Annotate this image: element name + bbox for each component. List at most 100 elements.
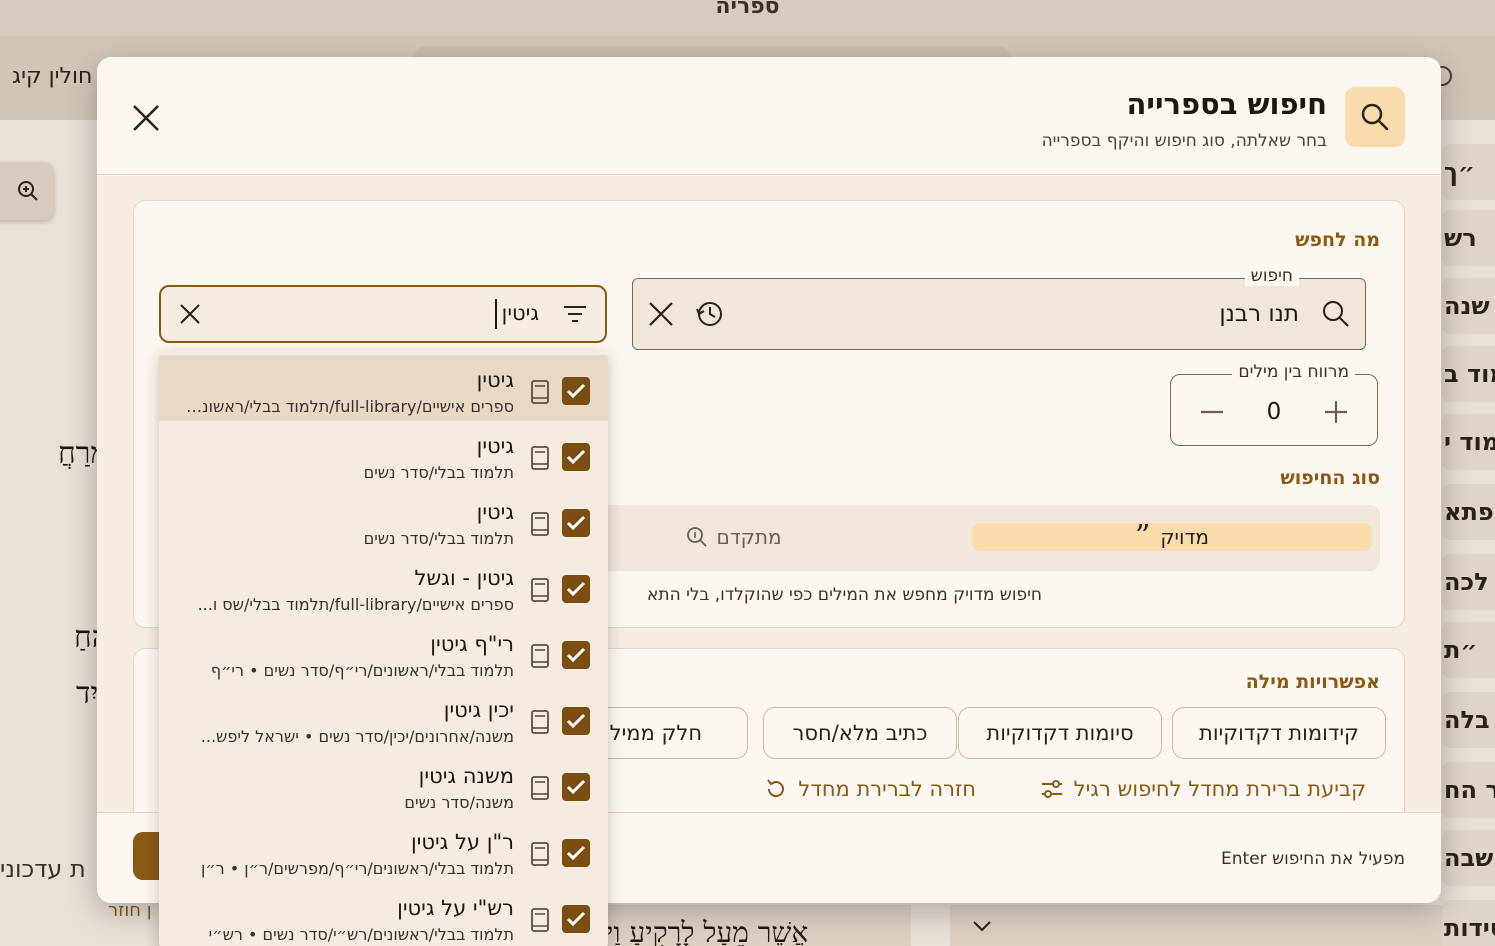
set-default-link[interactable]: קביעת ברירת מחדל לחיפוש רגיל	[1040, 777, 1366, 801]
reset-icon	[767, 779, 785, 798]
checkbox[interactable]	[562, 509, 590, 537]
zoom-in-button[interactable]	[0, 162, 54, 220]
book-path: תלמוד בבלי/ראשונים/רי״ף/מפרשים/ר״ן • ר״ן	[200, 859, 514, 878]
book-suggestion-item[interactable]: גיטין תלמוד בבלי/סדר נשים	[159, 421, 608, 487]
book-suggestion-item[interactable]: גיטין תלמוד בבלי/סדר נשים	[159, 487, 608, 553]
chip-prefixes[interactable]: קידומות דקדוקיות	[1172, 707, 1386, 759]
chevron-down-icon[interactable]	[972, 919, 992, 933]
checkbox[interactable]	[562, 443, 590, 471]
what-section-label: מה לחפש	[1295, 229, 1380, 251]
book-icon	[531, 776, 549, 800]
type-advanced-label: מתקדם	[716, 525, 782, 549]
search-type-label: סוג החיפוש	[1280, 467, 1380, 489]
book-suggestion-item[interactable]: רש"י על גיטין תלמוד בבלי/ראשונים/רש״י/סדר…	[159, 883, 608, 946]
sidebar-item[interactable]: שנה	[1442, 278, 1495, 334]
dialog-subtitle: בחר שאלתה, סוג חיפוש והיקף בספרייה	[1041, 131, 1327, 151]
dialog-icon-badge	[1345, 87, 1405, 147]
book-icon	[531, 710, 549, 734]
app-title: ספריה	[715, 0, 780, 19]
book-filter-value: גיטין	[501, 301, 539, 325]
minus-icon[interactable]	[1199, 399, 1225, 425]
type-exact-button[interactable]: ” מדויק	[972, 519, 1372, 554]
book-suggestion-item[interactable]: משנה גיטין משנה/סדר נשים	[159, 751, 608, 817]
book-icon	[531, 842, 549, 866]
filter-icon[interactable]	[563, 303, 587, 325]
gap-legend: מרווח בין מילים	[1232, 362, 1355, 382]
book-title: ר"ן על גיטין	[410, 830, 514, 854]
chip-spelling[interactable]: כתיב מלא/חסר	[763, 707, 957, 759]
book-path: ספרים אישיים/full-library/תלמוד בבלי/שס …	[197, 595, 514, 614]
book-path: משנה/אחרונים/יכין/סדר נשים • ישראל ליפש.…	[200, 727, 514, 746]
checkbox[interactable]	[562, 707, 590, 735]
sidebar-item[interactable]: סידות	[1442, 900, 1495, 946]
app-text-fragment: ת עדכוני	[0, 855, 86, 883]
search-legend: חיפוש	[1244, 266, 1299, 286]
book-path: תלמוד בבלי/ראשונים/רי״ף/סדר נשים • רי״ף	[210, 661, 514, 680]
app-tab-label[interactable]: חולין קיג	[12, 64, 92, 89]
checkbox[interactable]	[562, 773, 590, 801]
sliders-icon	[1041, 780, 1062, 798]
check-icon	[566, 383, 586, 399]
checkbox[interactable]	[562, 377, 590, 405]
zoom-in-icon	[18, 181, 38, 201]
type-advanced-button[interactable]: מתקדם	[664, 523, 804, 551]
sidebar-item[interactable]: ספתא	[1442, 484, 1495, 540]
check-icon	[566, 911, 586, 927]
book-suggestion-item[interactable]: ר"ן על גיטין תלמוד בבלי/ראשונים/רי״ף/מפרש…	[159, 817, 608, 883]
clear-icon[interactable]	[647, 300, 675, 328]
sidebar-item[interactable]: למוד ב	[1442, 346, 1495, 402]
checkbox[interactable]	[562, 641, 590, 669]
book-suggestion-item[interactable]: גיטין ספרים אישיים/full-library/תלמוד בבל…	[159, 355, 608, 421]
check-icon	[566, 713, 586, 729]
quote-icon: ”	[1135, 519, 1151, 554]
book-title: רש"י על גיטין	[397, 896, 514, 920]
app-link-fragment[interactable]: ן חוזר	[108, 900, 152, 921]
book-icon	[531, 446, 549, 470]
reset-default-label: חזרה לברירת מחדל	[798, 777, 976, 801]
word-gap-stepper[interactable]: מרווח בין מילים 0	[1170, 362, 1378, 446]
book-suggestion-item[interactable]: גיטין - וגשל ספרים אישיים/full-library/תל…	[159, 553, 608, 619]
history-icon[interactable]	[695, 299, 725, 329]
sidebar-item[interactable]: ״ך	[1442, 144, 1495, 200]
clear-icon[interactable]	[179, 303, 201, 325]
book-icon	[531, 578, 549, 602]
book-path: תלמוד בבלי/סדר נשים	[363, 529, 514, 548]
book-suggestion-item[interactable]: יכין גיטין משנה/אחרונים/יכין/סדר נשים • י…	[159, 685, 608, 751]
book-suggestions-dropdown: גיטין ספרים אישיים/full-library/תלמוד בבל…	[159, 351, 608, 946]
search-input[interactable]: חיפוש תנו רבנן	[632, 266, 1366, 350]
sidebar-item[interactable]: ״ת	[1442, 622, 1495, 678]
book-icon	[531, 644, 549, 668]
text-caret	[495, 299, 497, 329]
book-filter-input[interactable]: גיטין	[159, 285, 607, 343]
sidebar-item[interactable]: בלה	[1442, 692, 1495, 748]
chip-suffixes[interactable]: סיומות דקדוקיות	[958, 707, 1162, 759]
sidebar-item[interactable]: ר הח	[1442, 762, 1495, 818]
dialog-title: חיפוש בספרייה	[1126, 87, 1327, 121]
sidebar-item[interactable]: חשבה	[1442, 830, 1495, 886]
book-title: גיטין	[476, 434, 514, 458]
app-text-fragment: אֲשֶׁר מֵעַל לָרָקִיעַ וַי	[606, 916, 809, 946]
sidebar-item[interactable]: למוד י	[1442, 414, 1495, 470]
search-type-toggle: ” מדויק מתקדם	[572, 505, 1380, 571]
set-default-label: קביעת ברירת מחדל לחיפוש רגיל	[1073, 777, 1366, 801]
search-icon	[1323, 301, 1349, 327]
book-title: יכין גיטין	[443, 698, 514, 722]
check-icon	[566, 845, 586, 861]
book-title: גיטין	[476, 368, 514, 392]
dialog-header: חיפוש בספרייה בחר שאלתה, סוג חיפוש והיקף…	[97, 57, 1441, 175]
reset-default-link[interactable]: חזרה לברירת מחדל	[764, 777, 976, 801]
book-suggestion-item[interactable]: רי"ף גיטין תלמוד בבלי/ראשונים/רי״ף/סדר נש…	[159, 619, 608, 685]
check-icon	[566, 515, 586, 531]
sidebar-item[interactable]: לכה	[1442, 554, 1495, 610]
close-icon[interactable]	[131, 103, 161, 133]
book-path: תלמוד בבלי/ראשונים/רש״י/סדר נשים • רש״י	[208, 925, 514, 944]
checkbox[interactable]	[562, 575, 590, 603]
book-icon	[531, 380, 549, 404]
book-title: גיטין - וגשל	[414, 566, 514, 590]
search-value: תנו רבנן	[1219, 301, 1299, 327]
zoom-search-icon	[687, 527, 708, 547]
sidebar-item[interactable]: רש	[1442, 210, 1495, 266]
check-icon	[566, 647, 586, 663]
checkbox[interactable]	[562, 905, 590, 933]
checkbox[interactable]	[562, 839, 590, 867]
